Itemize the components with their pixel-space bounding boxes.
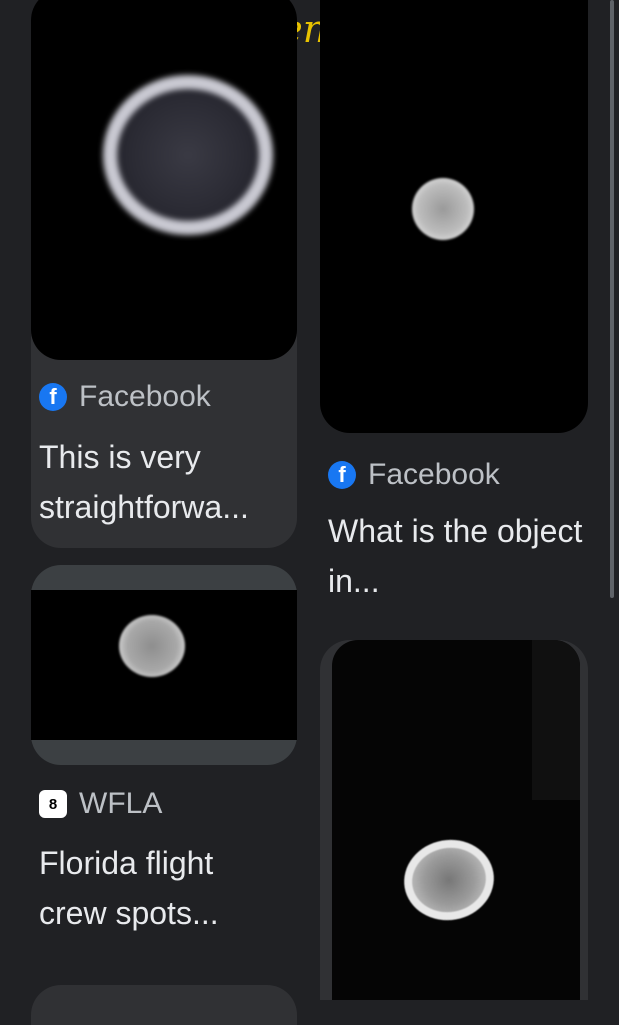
result-card-1[interactable]: f Facebook This is very straightforwa... bbox=[31, 0, 297, 548]
result-image-2[interactable] bbox=[320, 0, 588, 433]
source-label: WFLA bbox=[79, 787, 163, 820]
glowing-orb bbox=[119, 615, 185, 677]
small-orb bbox=[412, 178, 474, 240]
source-row-1: f Facebook bbox=[39, 380, 211, 414]
source-row-2: f Facebook bbox=[328, 458, 500, 492]
ring-orb bbox=[103, 75, 273, 235]
next-result-card[interactable] bbox=[31, 985, 297, 1025]
image-results-page: { "annotation": {"text": "Lens"}, "resul… bbox=[0, 0, 619, 1025]
source-label: Facebook bbox=[368, 458, 500, 491]
dark-panel bbox=[532, 640, 580, 800]
result-image-3[interactable] bbox=[31, 590, 297, 740]
result-card-2[interactable]: f Facebook What is the object in... bbox=[320, 0, 588, 610]
source-label: Facebook bbox=[79, 380, 211, 413]
result-image-4[interactable] bbox=[332, 640, 580, 1000]
source-row-3: 8 WFLA bbox=[39, 787, 162, 821]
result-card-3[interactable]: 8 WFLA Florida flight crew spots... bbox=[31, 565, 297, 945]
result-title[interactable]: This is very straightforwa... bbox=[39, 432, 289, 532]
result-image-frame-3 bbox=[31, 565, 297, 765]
scrollbar[interactable] bbox=[610, 0, 614, 598]
ring-object bbox=[397, 832, 501, 928]
wfla-news-icon: 8 bbox=[39, 790, 67, 818]
result-title[interactable]: Florida flight crew spots... bbox=[39, 838, 289, 938]
result-title[interactable]: What is the object in... bbox=[328, 506, 583, 606]
result-image-1[interactable] bbox=[31, 0, 297, 360]
facebook-icon: f bbox=[39, 383, 67, 411]
facebook-icon: f bbox=[328, 461, 356, 489]
result-card-4[interactable] bbox=[320, 640, 588, 1000]
